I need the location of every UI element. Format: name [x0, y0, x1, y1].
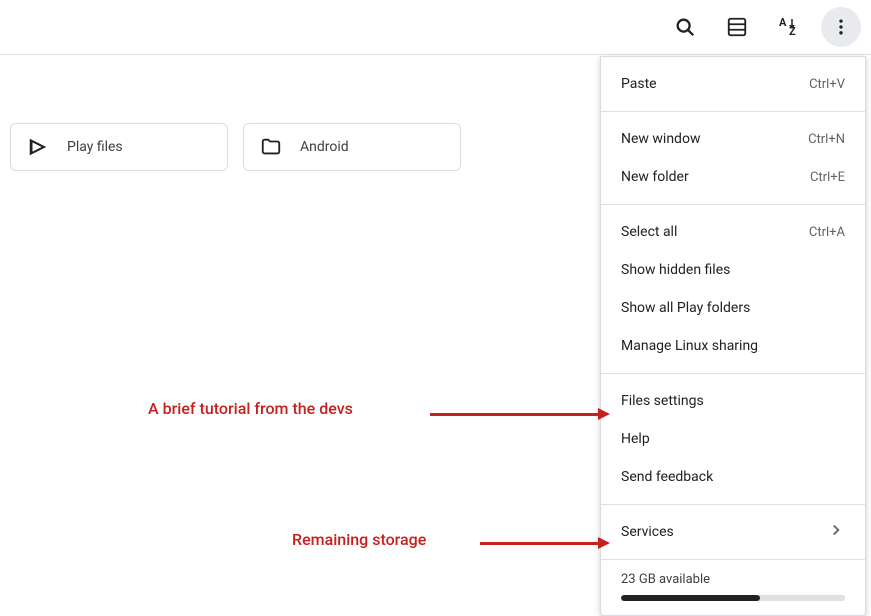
- more-options-button[interactable]: [821, 7, 861, 47]
- annotation-storage: Remaining storage: [292, 530, 426, 549]
- menu-shortcut: Ctrl+N: [808, 132, 845, 147]
- menu-item-paste[interactable]: Paste Ctrl+V: [601, 65, 865, 103]
- storage-bar: [621, 595, 845, 601]
- menu-item-show-hidden[interactable]: Show hidden files: [601, 251, 865, 289]
- folder-label: Android: [300, 139, 349, 155]
- menu-item-send-feedback[interactable]: Send feedback: [601, 458, 865, 496]
- search-button[interactable]: [665, 7, 705, 47]
- menu-shortcut: Ctrl+A: [809, 225, 845, 240]
- menu-item-services[interactable]: Services: [601, 513, 865, 551]
- menu-item-new-folder[interactable]: New folder Ctrl+E: [601, 158, 865, 196]
- list-view-icon: [726, 16, 748, 38]
- storage-available-text: 23 GB available: [621, 572, 845, 587]
- svg-text:A: A: [779, 16, 787, 29]
- menu-shortcut: Ctrl+E: [810, 170, 845, 185]
- annotation-arrow-head: [598, 408, 610, 420]
- menu-shortcut: Ctrl+V: [809, 77, 845, 92]
- menu-item-linux-sharing[interactable]: Manage Linux sharing: [601, 327, 865, 365]
- menu-label: Manage Linux sharing: [621, 338, 758, 354]
- annotation-arrow: [430, 413, 600, 416]
- annotation-arrow: [480, 542, 600, 545]
- sort-az-icon: AZ: [777, 15, 801, 39]
- folder-play-files[interactable]: Play files: [10, 123, 228, 171]
- view-toggle-button[interactable]: [717, 7, 757, 47]
- folder-android[interactable]: Android: [243, 123, 461, 171]
- chevron-right-icon: [827, 521, 845, 543]
- more-vertical-icon: [831, 17, 851, 37]
- storage-section: 23 GB available: [601, 560, 865, 615]
- annotation-tutorial: A brief tutorial from the devs: [148, 399, 353, 418]
- menu-label: New window: [621, 131, 700, 147]
- search-icon: [674, 16, 696, 38]
- menu-label: Show all Play folders: [621, 300, 750, 316]
- menu-label: Help: [621, 431, 650, 447]
- folder-label: Play files: [67, 139, 123, 155]
- menu-item-files-settings[interactable]: Files settings: [601, 382, 865, 420]
- toolbar: AZ: [0, 0, 871, 55]
- annotation-arrow-head: [598, 537, 610, 549]
- more-options-menu: Paste Ctrl+V New window Ctrl+N New folde…: [600, 56, 866, 616]
- menu-label: Services: [621, 524, 674, 540]
- menu-item-select-all[interactable]: Select all Ctrl+A: [601, 213, 865, 251]
- storage-fill: [621, 595, 760, 601]
- folder-icon: [260, 136, 282, 158]
- menu-label: Show hidden files: [621, 262, 730, 278]
- menu-item-show-play-folders[interactable]: Show all Play folders: [601, 289, 865, 327]
- menu-label: Paste: [621, 76, 657, 92]
- menu-label: New folder: [621, 169, 689, 185]
- menu-item-new-window[interactable]: New window Ctrl+N: [601, 120, 865, 158]
- menu-item-help[interactable]: Help: [601, 420, 865, 458]
- menu-label: Files settings: [621, 393, 704, 409]
- play-files-icon: [27, 136, 49, 158]
- menu-label: Select all: [621, 224, 677, 240]
- sort-button[interactable]: AZ: [769, 7, 809, 47]
- menu-label: Send feedback: [621, 469, 713, 485]
